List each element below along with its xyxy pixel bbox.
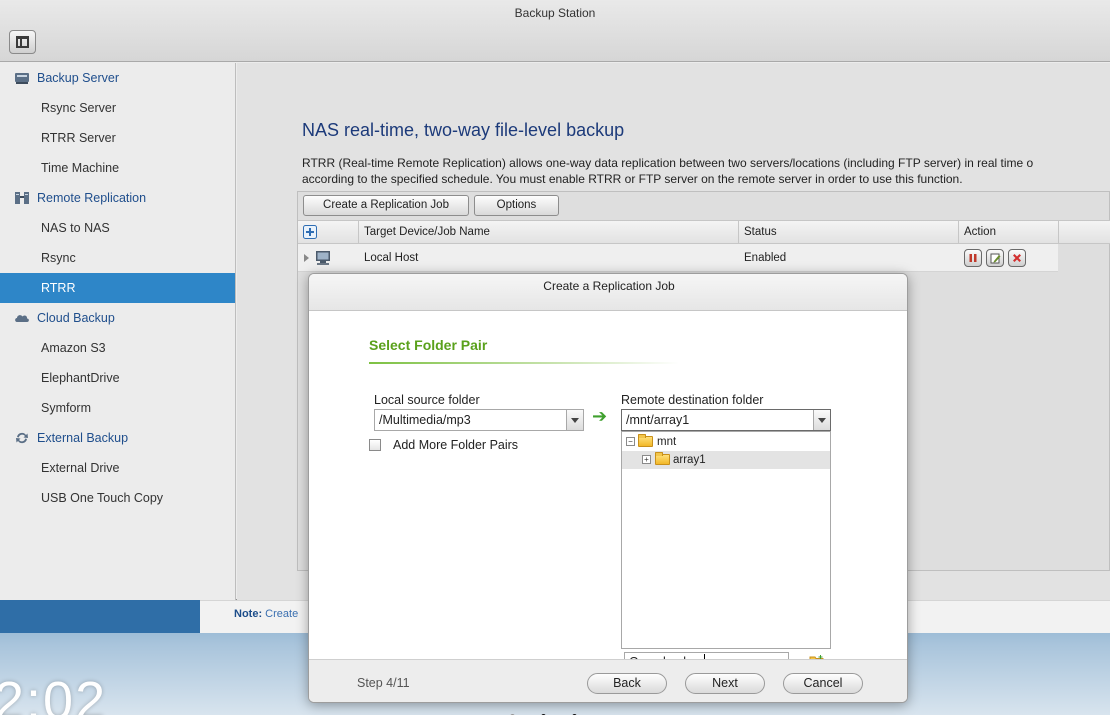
column-header-job-name[interactable]: Target Device/Job Name bbox=[359, 221, 739, 244]
local-source-label: Local source folder bbox=[374, 393, 480, 407]
sidebar-item-elephantdrive[interactable]: ElephantDrive bbox=[0, 363, 235, 393]
sidebar-item-rsync[interactable]: Rsync bbox=[0, 243, 235, 273]
local-source-select[interactable]: /Multimedia/mp3 bbox=[374, 409, 584, 431]
dialog-title: Create a Replication Job bbox=[543, 279, 675, 293]
column-header-status[interactable]: Status bbox=[739, 221, 959, 244]
page-description: RTRR (Real-time Remote Replication) allo… bbox=[302, 156, 1034, 186]
jobs-table-header: Target Device/Job Name Status Action bbox=[298, 220, 1110, 244]
cloud-icon bbox=[15, 315, 29, 322]
server-icon bbox=[15, 73, 29, 84]
expand-all-column bbox=[298, 221, 359, 244]
layout-toggle-button[interactable] bbox=[9, 30, 36, 54]
chevron-right-icon[interactable] bbox=[304, 254, 309, 262]
sidebar-item-external-drive[interactable]: External Drive bbox=[0, 453, 235, 483]
sidebar-item-symform[interactable]: Symform bbox=[0, 393, 235, 423]
sidebar-group-cloud-backup[interactable]: Cloud Backup bbox=[0, 303, 235, 333]
arrow-right-icon: ➔ bbox=[592, 406, 608, 427]
create-replication-job-button[interactable]: Create a Replication Job bbox=[303, 195, 469, 216]
pause-icon bbox=[969, 254, 977, 262]
section-title: Select Folder Pair bbox=[369, 337, 488, 353]
edit-job-button[interactable] bbox=[986, 249, 1004, 267]
note-text: Note: Create bbox=[234, 608, 299, 620]
collapse-icon[interactable]: − bbox=[626, 437, 635, 446]
delete-job-button[interactable] bbox=[1008, 249, 1026, 267]
add-more-folder-pairs-label: Add More Folder Pairs bbox=[393, 438, 519, 452]
remote-folder-tree[interactable]: − mnt + array1 bbox=[621, 431, 831, 649]
computer-icon bbox=[316, 251, 330, 265]
tree-node-mnt[interactable]: − mnt bbox=[622, 433, 830, 451]
job-status-cell: Enabled bbox=[744, 252, 787, 264]
replication-icon bbox=[15, 192, 29, 204]
window-title: Backup Station bbox=[514, 6, 596, 20]
sidebar-group-remote-replication[interactable]: Remote Replication bbox=[0, 183, 235, 213]
section-divider bbox=[369, 362, 679, 364]
desktop-taskbar-strip bbox=[0, 600, 200, 633]
plus-icon[interactable] bbox=[303, 225, 317, 239]
remote-destination-label: Remote destination folder bbox=[621, 393, 764, 407]
pause-job-button[interactable] bbox=[964, 249, 982, 267]
sidebar: Backup Server Rsync Server RTRR Server T… bbox=[0, 63, 236, 600]
chevron-down-icon[interactable] bbox=[566, 410, 583, 430]
table-row[interactable]: Local Host Enabled bbox=[298, 244, 1058, 272]
chevron-down-icon[interactable] bbox=[813, 410, 830, 430]
sidebar-group-external-backup[interactable]: External Backup bbox=[0, 423, 235, 453]
delete-icon bbox=[1013, 254, 1021, 262]
back-button[interactable]: Back bbox=[587, 673, 667, 694]
create-replication-job-dialog: Create a Replication Job Select Folder P… bbox=[308, 273, 908, 703]
job-actions-cell bbox=[959, 244, 1059, 272]
sync-arrows-icon bbox=[16, 432, 28, 444]
sidebar-group-backup-server[interactable]: Backup Server bbox=[0, 63, 235, 93]
dialog-footer: Step 4/11 Back Next Cancel bbox=[309, 659, 907, 702]
page-title: NAS real-time, two-way file-level backup bbox=[302, 120, 625, 140]
folder-icon bbox=[655, 452, 670, 465]
window-titlebar[interactable]: Backup Station bbox=[0, 0, 1110, 62]
cancel-button[interactable]: Cancel bbox=[783, 673, 863, 694]
desktop-page-dots[interactable] bbox=[510, 708, 603, 715]
job-name-cell: Local Host bbox=[364, 252, 419, 264]
desktop-clock: 2:02 bbox=[0, 671, 108, 715]
remote-destination-select[interactable]: /mnt/array1 bbox=[621, 409, 831, 431]
expand-icon[interactable]: + bbox=[642, 455, 651, 464]
tree-node-array1[interactable]: + array1 bbox=[622, 451, 830, 469]
column-header-action[interactable]: Action bbox=[959, 221, 1059, 244]
sidebar-item-rtrr-server[interactable]: RTRR Server bbox=[0, 123, 235, 153]
folder-open-icon bbox=[638, 434, 653, 447]
sidebar-item-amazon-s3[interactable]: Amazon S3 bbox=[0, 333, 235, 363]
add-more-folder-pairs-checkbox[interactable] bbox=[369, 439, 381, 451]
dialog-header[interactable]: Create a Replication Job bbox=[309, 274, 907, 311]
sidebar-item-rsync-server[interactable]: Rsync Server bbox=[0, 93, 235, 123]
sidebar-item-nas-to-nas[interactable]: NAS to NAS bbox=[0, 213, 235, 243]
step-indicator: Step 4/11 bbox=[357, 676, 410, 690]
next-button[interactable]: Next bbox=[685, 673, 765, 694]
sidebar-item-time-machine[interactable]: Time Machine bbox=[0, 153, 235, 183]
layout-toggle-icon bbox=[16, 36, 29, 48]
sidebar-item-usb-one-touch-copy[interactable]: USB One Touch Copy bbox=[0, 483, 235, 513]
edit-icon bbox=[990, 253, 1000, 264]
options-button[interactable]: Options bbox=[474, 195, 559, 216]
sidebar-item-rtrr[interactable]: RTRR bbox=[0, 273, 235, 303]
row-expander-cell[interactable] bbox=[298, 244, 359, 272]
